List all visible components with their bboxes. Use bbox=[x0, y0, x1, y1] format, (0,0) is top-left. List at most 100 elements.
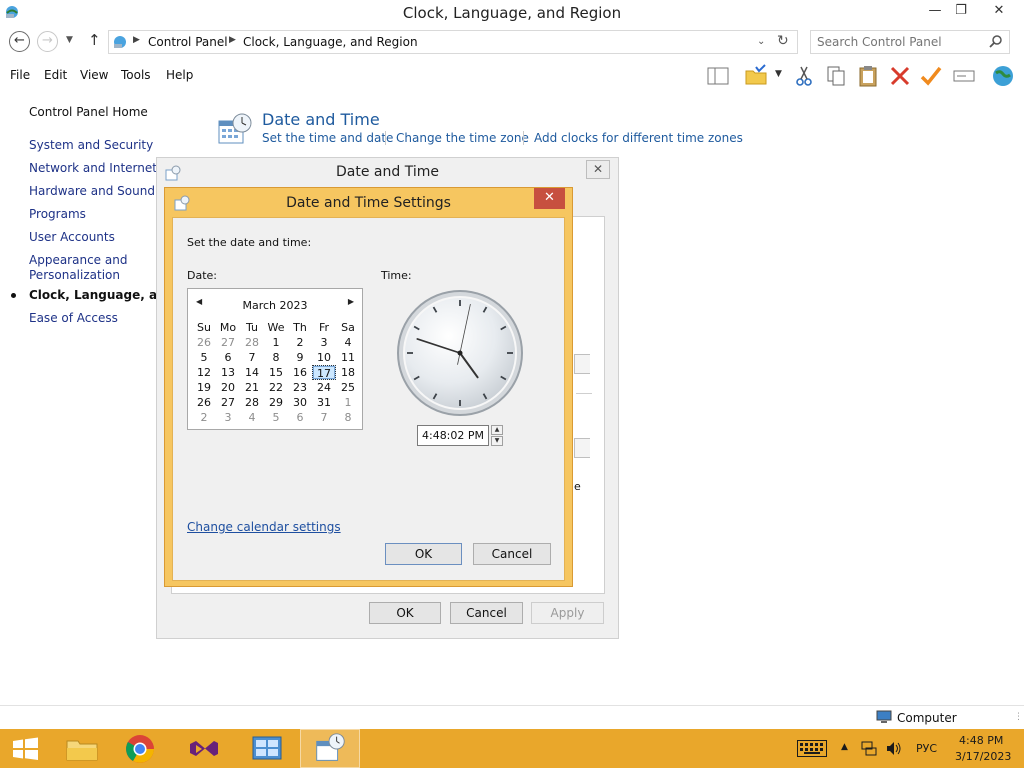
calendar-day[interactable]: 15 bbox=[264, 365, 288, 380]
calendar-day[interactable]: 6 bbox=[216, 350, 240, 365]
time-spin-up-icon[interactable]: ▲ bbox=[491, 425, 503, 435]
properties-check-icon[interactable] bbox=[919, 64, 943, 88]
menu-edit[interactable]: Edit bbox=[44, 68, 67, 82]
menu-file[interactable]: File bbox=[10, 68, 30, 82]
calendar-day[interactable]: 13 bbox=[216, 365, 240, 380]
calendar-day[interactable]: 4 bbox=[240, 410, 264, 425]
calendar-day[interactable]: 29 bbox=[264, 395, 288, 410]
calendar-day[interactable]: 6 bbox=[288, 410, 312, 425]
nav-appearance-line1[interactable]: Appearance and bbox=[29, 253, 127, 267]
calendar-day[interactable]: 4 bbox=[336, 335, 360, 350]
keyboard-icon[interactable] bbox=[797, 740, 827, 757]
next-month-icon[interactable]: ▶ bbox=[348, 297, 354, 306]
dt-apply-button[interactable]: Apply bbox=[531, 602, 604, 624]
settings-cancel-button[interactable]: Cancel bbox=[473, 543, 551, 565]
search-input[interactable] bbox=[817, 34, 982, 50]
calendar-day[interactable]: 3 bbox=[312, 335, 336, 350]
breadcrumb-control-panel[interactable]: Control Panel bbox=[148, 35, 228, 49]
calendar-day[interactable]: 7 bbox=[240, 350, 264, 365]
chrome-icon[interactable] bbox=[110, 729, 170, 768]
refresh-icon[interactable]: ↻ bbox=[777, 33, 789, 49]
search-box[interactable] bbox=[810, 30, 1010, 54]
change-calendar-settings-link[interactable]: Change calendar settings bbox=[187, 520, 341, 534]
calendar-day[interactable]: 12 bbox=[192, 365, 216, 380]
calendar-day[interactable]: 28 bbox=[240, 335, 264, 350]
set-time-and-date-link[interactable]: Set the time and date bbox=[262, 131, 393, 145]
calendar[interactable]: ◀ March 2023 ▶ Su Mo Tu We Th Fr Sa 26 27 28 1 2 3 4 5… bbox=[187, 288, 363, 430]
globe-icon[interactable] bbox=[991, 64, 1015, 88]
recent-locations-icon[interactable]: ▼ bbox=[66, 35, 73, 45]
forward-button[interactable]: → bbox=[37, 31, 58, 52]
calendar-day[interactable]: 23 bbox=[288, 380, 312, 395]
date-and-time-taskbar-icon[interactable] bbox=[300, 729, 360, 768]
restore-button[interactable]: ❐ bbox=[946, 0, 976, 22]
calendar-day[interactable]: 21 bbox=[240, 380, 264, 395]
nav-programs[interactable]: Programs bbox=[29, 207, 86, 221]
calendar-day[interactable]: 28 bbox=[240, 395, 264, 410]
taskbar-clock-date[interactable]: 3/17/2023 bbox=[955, 750, 1011, 763]
calendar-day[interactable]: 26 bbox=[192, 335, 216, 350]
nav-system-and-security[interactable]: System and Security bbox=[29, 138, 153, 152]
layout-pane-icon[interactable] bbox=[706, 64, 730, 88]
search-icon[interactable] bbox=[989, 34, 1003, 48]
calendar-day[interactable]: 1 bbox=[264, 335, 288, 350]
calendar-day[interactable]: 8 bbox=[264, 350, 288, 365]
folder-options-icon[interactable] bbox=[744, 64, 768, 88]
dt-cancel-button[interactable]: Cancel bbox=[450, 602, 523, 624]
visual-studio-icon[interactable] bbox=[174, 729, 234, 768]
breadcrumb-clock-language-region[interactable]: Clock, Language, and Region bbox=[243, 35, 418, 49]
calendar-day[interactable]: 11 bbox=[336, 350, 360, 365]
calendar-day[interactable]: 10 bbox=[312, 350, 336, 365]
calendar-day[interactable]: 30 bbox=[288, 395, 312, 410]
nav-ease-of-access[interactable]: Ease of Access bbox=[29, 311, 118, 325]
taskbar-clock-time[interactable]: 4:48 PM bbox=[959, 734, 1003, 747]
menu-view[interactable]: View bbox=[80, 68, 108, 82]
calendar-day[interactable]: 2 bbox=[192, 410, 216, 425]
calendar-day[interactable]: 7 bbox=[312, 410, 336, 425]
address-dropdown-icon[interactable]: ⌄ bbox=[757, 36, 765, 47]
cut-icon[interactable] bbox=[792, 64, 816, 88]
network-icon[interactable] bbox=[861, 741, 877, 756]
calendar-day[interactable]: 1 bbox=[336, 395, 360, 410]
calendar-day[interactable]: 8 bbox=[336, 410, 360, 425]
volume-icon[interactable] bbox=[886, 741, 902, 756]
back-button[interactable]: ← bbox=[9, 31, 30, 52]
resize-grip-icon[interactable]: ⋮ bbox=[1014, 712, 1023, 722]
date-and-time-close-button[interactable]: ✕ bbox=[586, 160, 610, 179]
calendar-day[interactable]: 2 bbox=[288, 335, 312, 350]
change-time-zone-link[interactable]: Change the time zone bbox=[396, 131, 529, 145]
close-button[interactable]: ✕ bbox=[976, 0, 1022, 22]
menu-tools[interactable]: Tools bbox=[121, 68, 151, 82]
rename-icon[interactable] bbox=[952, 64, 976, 88]
calendar-day[interactable]: 22 bbox=[264, 380, 288, 395]
calendar-day-selected[interactable]: 17 bbox=[312, 365, 336, 380]
calendar-day[interactable]: 27 bbox=[216, 395, 240, 410]
nav-user-accounts[interactable]: User Accounts bbox=[29, 230, 115, 244]
change-time-zone-button[interactable] bbox=[574, 438, 590, 458]
nav-hardware-and-sound[interactable]: Hardware and Sound bbox=[29, 184, 155, 198]
delete-icon[interactable] bbox=[888, 64, 912, 88]
calendar-day[interactable]: 19 bbox=[192, 380, 216, 395]
calendar-day[interactable]: 20 bbox=[216, 380, 240, 395]
calendar-day[interactable]: 14 bbox=[240, 365, 264, 380]
dt-ok-button[interactable]: OK bbox=[369, 602, 441, 624]
calendar-day[interactable]: 31 bbox=[312, 395, 336, 410]
calendar-day[interactable]: 3 bbox=[216, 410, 240, 425]
calendar-day[interactable]: 26 bbox=[192, 395, 216, 410]
calendar-day[interactable]: 16 bbox=[288, 365, 312, 380]
calendar-day[interactable]: 27 bbox=[216, 335, 240, 350]
calendar-day[interactable]: 5 bbox=[192, 350, 216, 365]
time-input[interactable]: 4:48:02 PM bbox=[417, 425, 489, 446]
copy-icon[interactable] bbox=[824, 64, 848, 88]
nav-control-panel-home[interactable]: Control Panel Home bbox=[29, 105, 148, 119]
paste-icon[interactable] bbox=[856, 64, 880, 88]
up-button[interactable]: ↑ bbox=[88, 31, 101, 49]
nav-appearance-line2[interactable]: Personalization bbox=[29, 268, 120, 282]
add-clocks-link[interactable]: Add clocks for different time zones bbox=[534, 131, 743, 145]
input-language-indicator[interactable]: РУС bbox=[916, 742, 937, 755]
calendar-day[interactable]: 25 bbox=[336, 380, 360, 395]
show-hidden-icons-icon[interactable]: ▲ bbox=[841, 742, 848, 752]
date-and-time-heading[interactable]: Date and Time bbox=[262, 110, 380, 129]
file-explorer-icon[interactable] bbox=[52, 729, 112, 768]
address-bar[interactable]: ▶ Control Panel ▶ Clock, Language, and R… bbox=[108, 30, 798, 54]
